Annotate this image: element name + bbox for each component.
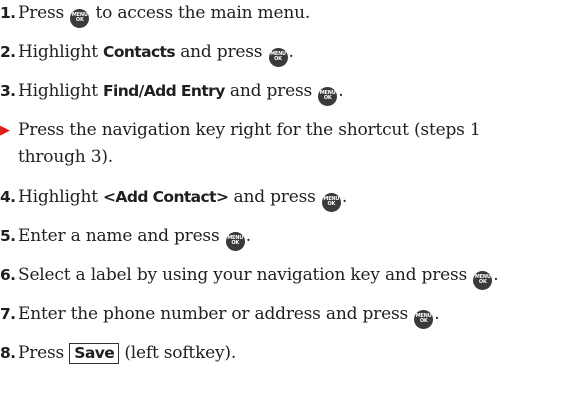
step-number: 5. xyxy=(0,227,16,245)
step-text: . xyxy=(288,42,294,62)
step-7: 7. Enter the phone number or address and … xyxy=(0,303,440,329)
menu-ok-button-icon: MENU OK xyxy=(268,47,288,67)
ui-item-add-contact: <Add Contact> xyxy=(103,188,229,206)
menu-ok-button-icon: MENU OK xyxy=(321,192,341,212)
step-text: Select a label by using your navigation … xyxy=(18,265,473,285)
red-arrow-bullet-icon: ▶ xyxy=(0,123,10,138)
step-number: 7. xyxy=(0,305,16,323)
step-number: 3. xyxy=(0,82,16,100)
step-6: 6. Select a label by using your navigatio… xyxy=(0,264,499,290)
step-4: 4. Highlight <Add Contact> and press MENU… xyxy=(0,186,347,212)
step-1: 1. Press MENU OK to access the main menu. xyxy=(0,2,310,28)
step-number: 6. xyxy=(0,266,16,284)
step-text: . xyxy=(245,226,251,246)
step-text: . xyxy=(341,187,348,207)
step-number: 4. xyxy=(0,188,16,206)
shortcut-text-line-1: Press the navigation key right for the s… xyxy=(18,120,481,140)
step-text: and press xyxy=(224,81,318,101)
step-number: 1. xyxy=(0,4,16,22)
step-text: Enter a name and press xyxy=(18,226,225,246)
step-3: 3. Highlight Find/Add Entry and press MEN… xyxy=(0,80,344,106)
menu-ok-button-icon: MENU OK xyxy=(70,8,90,28)
step-2: 2. Highlight Contacts and press MENU OK. xyxy=(0,41,294,67)
menu-ok-button-icon: MENU OK xyxy=(473,270,493,290)
menu-ok-button-icon: MENU OK xyxy=(225,231,245,251)
shortcut-note: ▶ Press the navigation key right for the … xyxy=(0,119,481,143)
step-text: Highlight xyxy=(18,42,104,62)
step-text: . xyxy=(493,265,499,285)
step-text: and press xyxy=(228,187,321,207)
step-5: 5. Enter a name and press MENU OK. xyxy=(0,225,251,251)
shortcut-note-continued: through 3). xyxy=(0,146,113,168)
step-number: 2. xyxy=(0,43,16,61)
step-text: (left softkey). xyxy=(119,343,237,363)
save-softkey-label: Save xyxy=(69,343,120,364)
menu-ok-button-icon: MENU OK xyxy=(318,86,338,106)
ui-item-find-add-entry: Find/Add Entry xyxy=(103,82,225,100)
step-number: 8. xyxy=(0,344,16,362)
step-text: Press xyxy=(18,3,70,23)
step-text: Highlight xyxy=(18,81,104,101)
step-8: 8. Press Save (left softkey). xyxy=(0,342,236,364)
step-text: and press xyxy=(175,42,268,62)
step-text: Highlight xyxy=(18,187,104,207)
step-text: to access the main menu. xyxy=(90,3,311,23)
ui-item-contacts: Contacts xyxy=(103,43,176,61)
step-text: . xyxy=(338,81,344,101)
menu-ok-button-icon: MENU OK xyxy=(414,309,434,329)
shortcut-text-line-2: through 3). xyxy=(18,147,113,167)
step-text: Press xyxy=(18,343,70,363)
step-text: . xyxy=(434,304,440,324)
step-text: Enter the phone number or address and pr… xyxy=(18,304,414,324)
